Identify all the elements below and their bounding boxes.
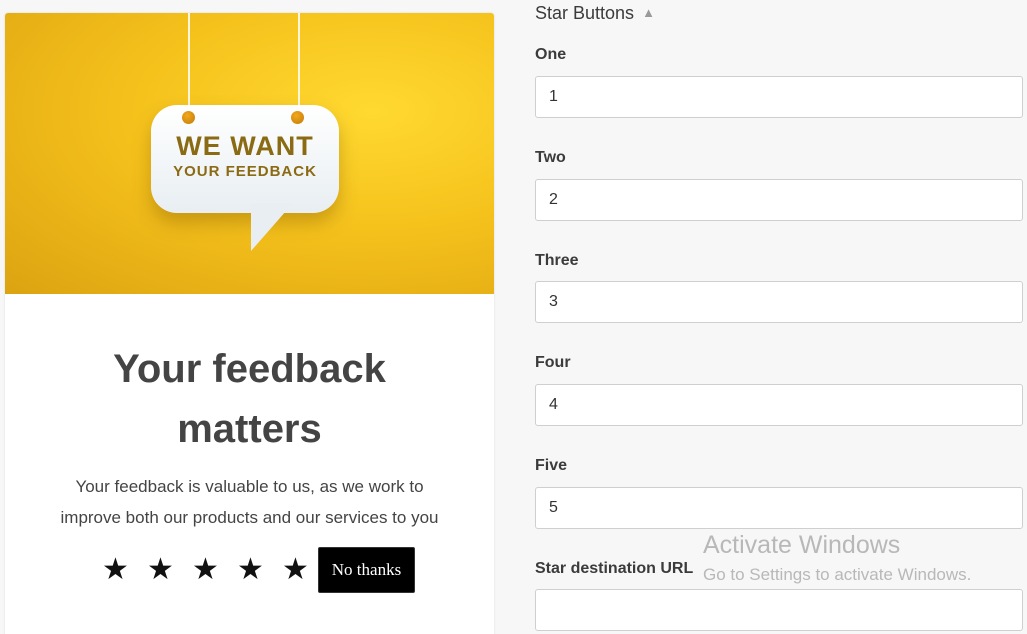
description-line-1: Your feedback is valuable to us, as we w… xyxy=(75,477,424,496)
hanging-string-left xyxy=(188,13,190,105)
no-thanks-button[interactable]: No thanks xyxy=(318,547,415,593)
description: Your feedback is valuable to us, as we w… xyxy=(35,471,464,533)
star-one-input[interactable] xyxy=(535,76,1023,118)
sign-subtitle: YOUR FEEDBACK xyxy=(173,163,317,180)
field-label-one: One xyxy=(535,46,567,63)
watermark-title: Activate Windows xyxy=(703,531,901,559)
star-3-icon[interactable]: ★ xyxy=(183,555,228,585)
star-three-input[interactable] xyxy=(535,281,1023,323)
field-label-five: Five xyxy=(535,457,568,474)
field-label-destination-url: Star destination URL xyxy=(535,560,694,577)
star-destination-url-input[interactable] xyxy=(535,589,1023,631)
sign-title: WE WANT xyxy=(176,131,314,161)
star-five-input[interactable] xyxy=(535,487,1023,529)
field-label-three: Three xyxy=(535,252,579,269)
star-rating-row: ★ ★ ★ ★ ★ No thanks xyxy=(93,547,415,593)
chevron-up-icon[interactable]: ▲ xyxy=(642,5,655,20)
headline-line-1: Your feedback xyxy=(113,347,386,391)
watermark-subtitle: Go to Settings to activate Windows. xyxy=(703,565,972,584)
star-four-input[interactable] xyxy=(535,384,1023,426)
speech-bubble-tail xyxy=(251,203,293,251)
hanging-peg-left xyxy=(182,111,195,124)
star-buttons-section-header[interactable]: Star Buttons ▲ xyxy=(535,2,655,24)
star-4-icon[interactable]: ★ xyxy=(228,555,273,585)
headline: Your feedback matters xyxy=(5,339,494,459)
section-title: Star Buttons xyxy=(535,2,635,23)
hanging-string-right xyxy=(298,13,300,105)
star-1-icon[interactable]: ★ xyxy=(93,555,138,585)
headline-line-2: matters xyxy=(177,407,322,451)
field-label-two: Two xyxy=(535,149,566,166)
feedback-preview-card: WE WANT YOUR FEEDBACK Your feedback matt… xyxy=(5,13,494,634)
feedback-sign: WE WANT YOUR FEEDBACK xyxy=(151,105,339,213)
hanging-peg-right xyxy=(291,111,304,124)
activate-windows-watermark: Activate Windows Go to Settings to activ… xyxy=(703,530,971,588)
star-5-icon[interactable]: ★ xyxy=(273,555,318,585)
hero-image: WE WANT YOUR FEEDBACK xyxy=(5,13,494,294)
description-line-2: improve both our products and our servic… xyxy=(60,508,439,527)
star-2-icon[interactable]: ★ xyxy=(138,555,183,585)
star-two-input[interactable] xyxy=(535,179,1023,221)
field-label-four: Four xyxy=(535,354,571,371)
